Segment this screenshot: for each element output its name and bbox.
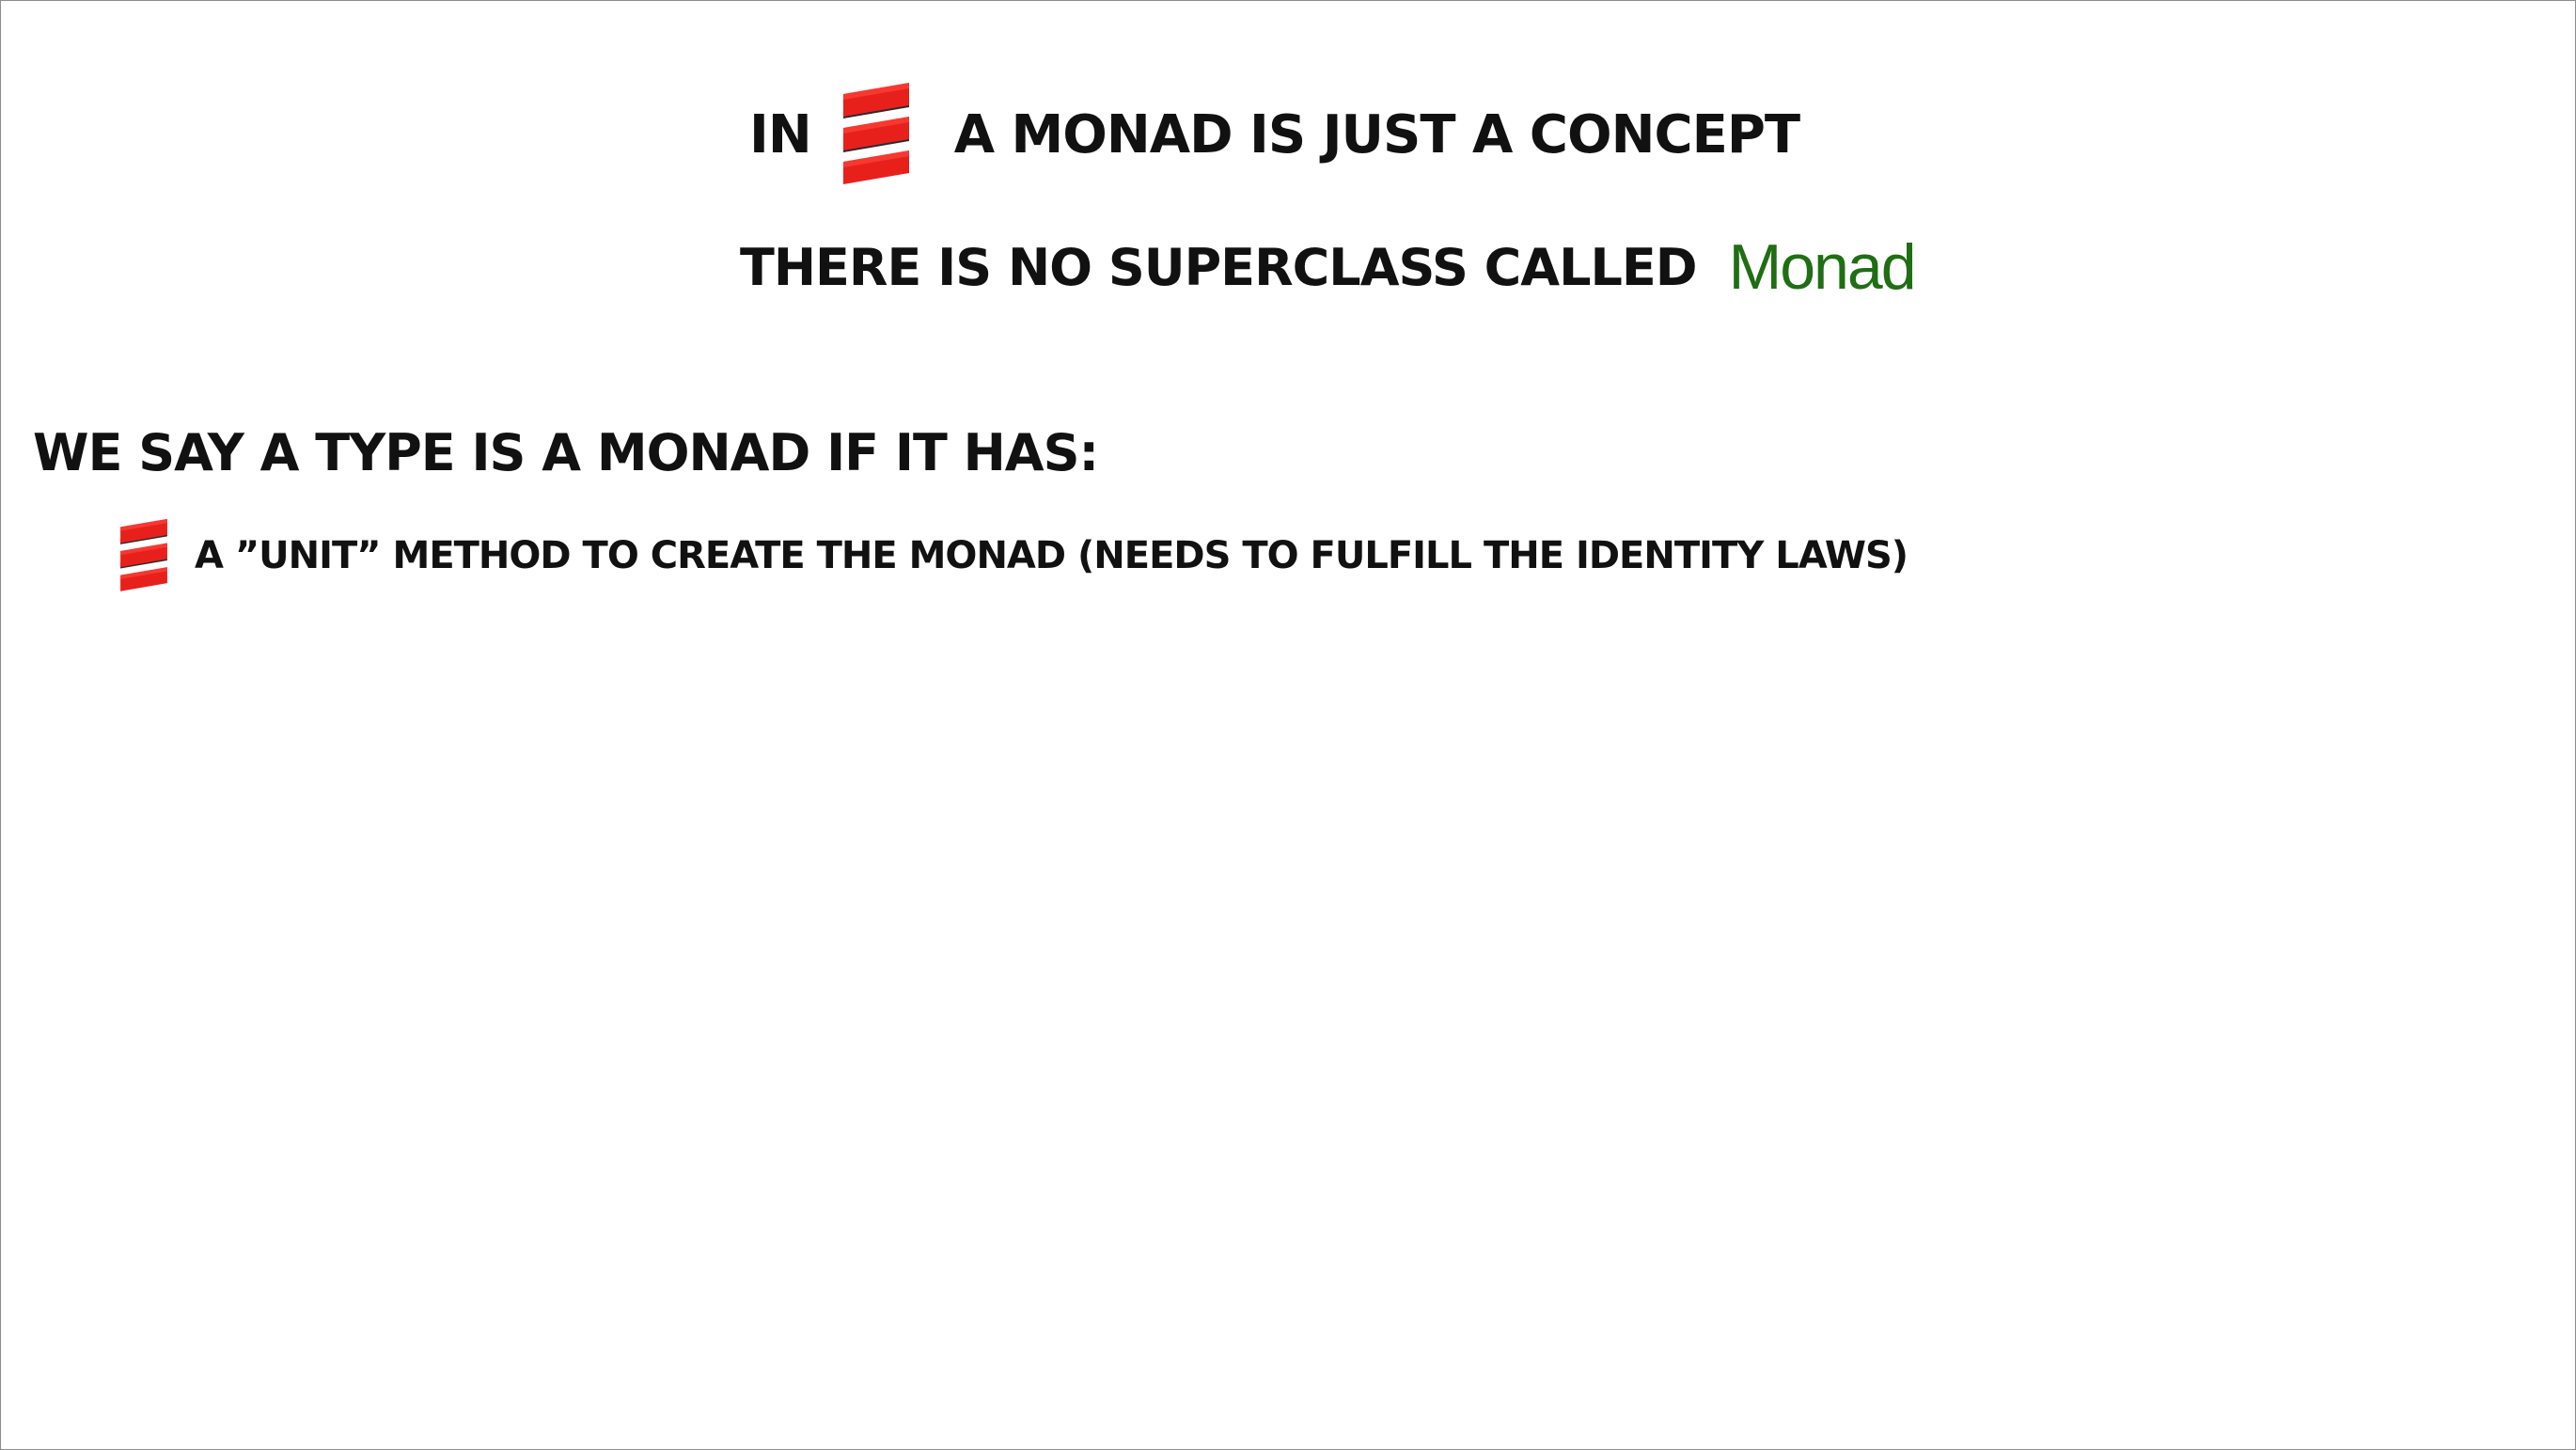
list-item-text: A ”UNIT” METHOD TO CREATE THE MONAD (NEE…	[195, 534, 1908, 577]
monad-code-label: Monad	[1728, 231, 1917, 303]
subtitle-text: THERE IS NO SUPERCLASS CALLED	[740, 237, 1698, 297]
section-heading: WE SAY A TYPE IS A MONAD IF IT HAS:	[33, 415, 1099, 490]
title-line: IN A MONAD IS JUST A CONCEPT	[749, 78, 1800, 191]
title-suffix: A MONAD IS JUST A CONCEPT	[953, 103, 1800, 165]
scala-logo-icon	[118, 516, 170, 595]
subtitle-line: THERE IS NO SUPERCLASS CALLED Monad	[740, 225, 1917, 309]
scala-logo-icon	[840, 79, 913, 190]
slide: IN A MONAD IS JUST A CONCEPT THERE IS NO…	[0, 0, 2576, 1450]
list-item: A ”UNIT” METHOD TO CREATE THE MONAD (NEE…	[118, 516, 1908, 595]
title-prefix: IN	[749, 103, 812, 165]
section-heading-text: WE SAY A TYPE IS A MONAD IF IT HAS:	[33, 422, 1099, 482]
